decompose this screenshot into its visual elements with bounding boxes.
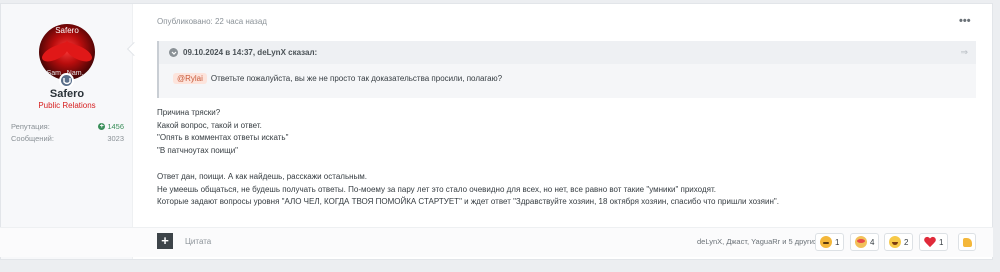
content-line: "В патчноутах поищи" [157,145,238,155]
author-panel: Safero Sam...Nam... Safero Public Relati… [1,4,133,259]
clown-emoji-icon [855,236,867,248]
avatar-art-left-wing [42,41,68,65]
page-background: Safero Sam...Nam... Safero Public Relati… [0,0,1000,272]
plus-icon: + [98,123,106,130]
author-name[interactable]: Safero [1,88,133,100]
posts-label: Сообщений: [11,134,54,143]
quote-body: @Rylai Ответьте пожалуйста, вы же не про… [173,73,502,84]
quote-block: 09.10.2024 в 14:37, deLynX сказал: ⇒ @Ry… [157,41,976,98]
share-icon[interactable]: ⇒ [960,47,968,58]
quote-button[interactable]: Цитата [185,237,211,246]
post-published-date[interactable]: Опубликовано: 22 часа назад [157,17,267,26]
avatar-caption-top: Safero [55,26,79,35]
ellipsis-icon[interactable]: ••• [959,15,971,27]
author-group: Public Relations [38,101,96,110]
reactors-list[interactable]: deLynX, Джаст, YaguaRr и 5 других [697,237,818,246]
facepalm-emoji-icon [820,236,832,248]
reaction-heart[interactable]: 1 [919,233,949,251]
reaction-facepalm[interactable]: 1 [815,233,845,251]
quote-citation: 09.10.2024 в 14:37, deLynX сказал: [183,48,318,57]
post-footer [0,227,993,257]
heart-icon [924,237,936,248]
reaction-count: 1 [835,237,840,247]
author-avatar[interactable]: Safero Sam...Nam... [39,24,95,80]
quote-header[interactable]: 09.10.2024 в 14:37, deLynX сказал: [159,41,976,64]
reaction-laugh[interactable]: 2 [884,233,914,251]
avatar-art-right-wing [66,41,92,65]
reputation-label: Репутация: [11,122,50,131]
content-line: Ответ дан, поищи. А как найдешь, расскаж… [157,172,367,181]
reaction-count: 4 [870,237,875,247]
content-line: Не умеешь общаться, не будешь получать о… [157,184,716,194]
reputation-stat: Репутация: +1456 [11,122,124,131]
posts-stat: Сообщений: 3023 [11,134,124,143]
content-line: "Опять в комментах ответы искать" [157,133,289,142]
multiquote-button[interactable]: + [157,233,173,249]
posts-value: 3023 [107,134,124,143]
react-button[interactable] [958,233,976,251]
user-mention[interactable]: @Rylai [173,73,207,84]
post-content: Причина тряски? Какой вопрос, такой и от… [157,107,977,209]
reaction-count: 1 [939,237,944,247]
quote-text: Ответьте пожалуйста, вы же не просто так… [210,74,503,83]
content-line: Которые задают вопросы уровня "АЛО ЧЕЛ, … [157,197,779,206]
reaction-clown[interactable]: 4 [850,233,880,251]
reaction-count: 2 [904,237,909,247]
content-line: Причина тряски? [157,108,221,117]
content-line: Какой вопрос, такой и ответ. [157,120,262,130]
rank-badge-icon [59,73,74,88]
laugh-emoji-icon [889,236,901,248]
chevron-down-icon[interactable] [169,48,178,57]
reputation-value: 1456 [107,122,124,131]
thumbs-up-icon [962,237,972,247]
